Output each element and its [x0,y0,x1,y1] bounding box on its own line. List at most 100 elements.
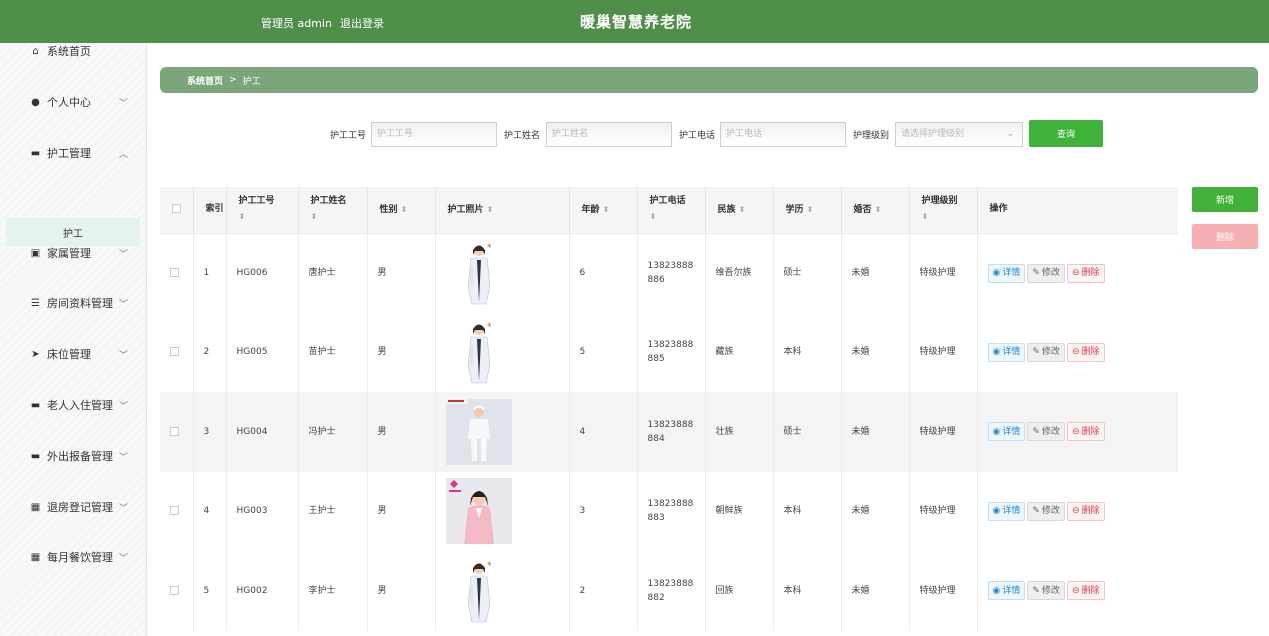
col-worker-id-label: 护工工号 [238,196,275,207]
sort-icon[interactable]: ⬍ [239,212,246,221]
sidebar-item-9[interactable]: ▦ 每月餐饮管理 ﹀ [0,547,147,567]
nurse-photo[interactable] [445,240,512,306]
sidebar-item-1[interactable]: ● 个人中心 ﹀ [0,92,147,112]
sort-icon[interactable]: ⬍ [603,205,610,214]
cell-photo [435,471,570,551]
sort-icon[interactable]: ⬍ [922,212,929,221]
worker-phone-input[interactable]: 护工电话 [720,122,846,147]
cell-age-value: 6 [579,268,586,278]
col-phone[interactable]: 护工电话 ⬍ [637,187,706,234]
sidebar-item-3[interactable]: ▣ 家属管理 ﹀ [0,243,147,263]
sidebar-item-label: 家属管理 [47,247,91,260]
nurse-photo[interactable] [445,398,512,465]
sort-icon[interactable]: ⬍ [487,205,494,214]
col-ethnicity-label: 民族 [717,204,736,215]
cell-age-value: 4 [579,426,586,437]
col-education[interactable]: 学历 ⬍ [773,187,842,234]
detail-button[interactable]: ◉ 详情 [987,342,1026,362]
worker-id-input[interactable]: 护工工号 [371,122,497,147]
row-checkbox[interactable] [170,426,179,436]
sort-icon[interactable]: ⬍ [875,205,882,214]
cell-care-level: 特级护理 [909,312,978,392]
care-level-select[interactable]: 请选择护理级别 ⌄ [895,122,1023,147]
cell-education: 硕士 [773,233,842,313]
cell-photo [435,233,570,313]
edit-button[interactable]: ✎ 修改 [1027,263,1065,283]
remove-button[interactable]: ⊖ 删除 [1066,342,1105,362]
col-care-level-label: 护理级别 [921,196,958,207]
edit-button[interactable]: ✎ 修改 [1027,342,1065,362]
sort-icon[interactable]: ⬍ [401,205,408,214]
row-checkbox[interactable] [170,585,179,595]
sidebar-item-0[interactable]: ⌂ 系统首页 [0,41,147,61]
cell-name-value: 李护士 [308,585,336,596]
add-button[interactable]: 新增 [1192,187,1258,212]
sidebar-subitem-nurse[interactable]: 护工 [6,218,140,246]
sidebar-item-4[interactable]: ☰ 房间资料管理 ﹀ [0,293,147,313]
sort-icon[interactable]: ⬍ [807,205,814,214]
search-label-name: 护工姓名 [504,131,541,141]
table-row: 1 HG006 唐护士男 6 13823888886 维吾尔族 硕士 未婚 特级护理 ◉ 详情 ✎ 修改… [160,233,1178,313]
detail-button[interactable]: ◉ 详情 [987,501,1026,521]
col-worker-id[interactable]: 护工工号 ⬍ [226,187,299,234]
minus-circle-icon: ⊖ [1071,426,1080,437]
detail-button[interactable]: ◉ 详情 [987,581,1026,601]
sidebar-item-5[interactable]: ➤ 床位管理 ﹀ [0,344,147,364]
edit-button[interactable]: ✎ 修改 [1027,581,1065,601]
breadcrumb-home[interactable]: 系统首页 [187,74,223,87]
col-ops: 操作 [977,187,1178,234]
col-gender[interactable]: 性别 ⬍ [367,187,436,234]
table-header-row: 索引 护工工号 ⬍ 护工姓名 ⬍ 性别 ⬍ 护工照片 ⬍ 年龄 ⬍ 护工电话 ⬍ 民族… [160,187,1178,234]
cell-gender-value: 男 [377,347,387,358]
remove-label: 删除 [1081,426,1100,437]
cell-worker-id: HG004 [226,392,299,472]
cell-worker-id-value: HG003 [236,506,268,517]
col-ethnicity[interactable]: 民族 ⬍ [705,187,774,234]
col-age[interactable]: 年龄 ⬍ [569,187,638,234]
remove-button[interactable]: ⊖ 删除 [1066,501,1105,521]
col-name[interactable]: 护工姓名 ⬍ [298,187,368,234]
cell-ethnicity-value: 壮族 [715,426,734,437]
edit-button[interactable]: ✎ 修改 [1027,501,1065,521]
col-care-level[interactable]: 护理级别 ⬍ [909,187,978,234]
col-phone-label: 护工电话 [649,196,686,207]
cell-ethnicity-value: 维吾尔族 [715,268,752,278]
sidebar-item-6[interactable]: ▬ 老人入住管理 ﹀ [0,395,147,415]
cell-ethnicity-value: 回族 [715,585,734,596]
grid-icon: ▦ [30,551,41,563]
cell-care-level: 特级护理 [909,392,978,472]
cell-education: 本科 [773,312,842,392]
worker-name-input[interactable]: 护工姓名 [546,122,672,147]
nurse-photo[interactable] [445,478,512,545]
remove-button[interactable]: ⊖ 删除 [1066,263,1105,283]
detail-button[interactable]: ◉ 详情 [987,422,1026,442]
sort-icon[interactable]: ⬍ [739,205,746,214]
remove-button[interactable]: ⊖ 删除 [1066,422,1105,442]
cell-index: 2 [193,312,227,392]
sidebar-item-8[interactable]: ▦ 退房登记管理 ﹀ [0,497,147,517]
cell-worker-id: HG006 [226,233,299,313]
detail-button[interactable]: ◉ 详情 [987,263,1026,283]
cell-gender: 男 [367,312,436,392]
edit-button[interactable]: ✎ 修改 [1027,422,1065,442]
sort-icon[interactable]: ⬍ [650,212,657,221]
select-all-checkbox[interactable] [172,204,181,214]
pencil-icon: ✎ [1032,585,1040,596]
search-button[interactable]: 查询 [1029,120,1103,147]
row-checkbox[interactable] [170,268,179,277]
cell-name: 李护士 [298,551,368,631]
batch-delete-button[interactable]: 删除 [1192,224,1258,249]
col-photo[interactable]: 护工照片 ⬍ [435,187,570,234]
sort-icon[interactable]: ⬍ [311,212,318,221]
remove-button[interactable]: ⊖ 删除 [1066,581,1105,601]
row-checkbox[interactable] [170,347,179,357]
row-checkbox[interactable] [170,506,179,516]
sidebar-item-7[interactable]: ▬ 外出报备管理 ﹀ [0,446,147,466]
cell-index: 3 [193,392,227,472]
logout-link[interactable]: 退出登录 [340,17,384,30]
nurse-photo[interactable] [445,557,512,624]
nurse-photo[interactable] [445,319,512,386]
eye-icon: ◉ [992,347,1001,358]
col-marital[interactable]: 婚否 ⬍ [841,187,910,234]
chevron-down-icon: ﹀ [119,249,129,260]
